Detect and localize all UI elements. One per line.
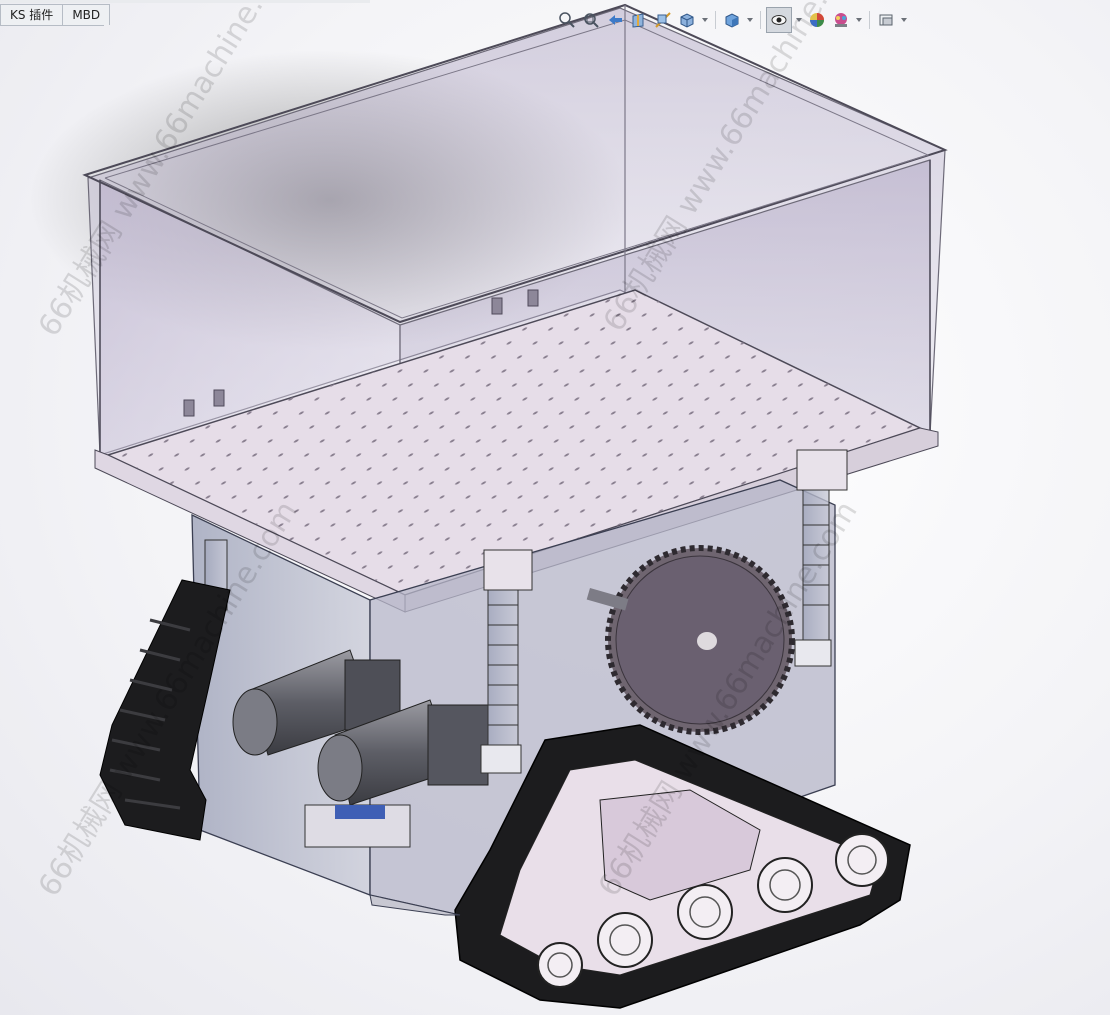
dynamic-annotation-icon[interactable] [652,9,674,31]
view-orientation-icon[interactable] [676,9,698,31]
drive-gear [605,545,795,735]
edit-appearance-icon[interactable] [806,9,828,31]
suspension-spring-rear [794,449,848,667]
tab-strip-top [0,0,370,3]
chevron-down-icon[interactable] [796,18,802,22]
chevron-down-icon[interactable] [702,18,708,22]
chevron-down-icon[interactable] [901,18,907,22]
battery-pack [304,804,411,848]
tab-mbd[interactable]: MBD [62,4,111,25]
command-manager-tabs: KS 插件 MBD [0,4,111,26]
chevron-down-icon[interactable] [747,18,753,22]
cad-model-scene[interactable] [0,0,1110,1015]
tab-underline [0,25,104,26]
toolbar-separator [760,11,761,29]
tab-ks-plugin[interactable]: KS 插件 [0,4,64,25]
zoom-to-area-icon[interactable] [580,9,602,31]
heads-up-view-toolbar [556,6,909,34]
toolbar-separator [869,11,870,29]
toolbar-separator [715,11,716,29]
chevron-down-icon[interactable] [856,18,862,22]
display-style-icon[interactable] [721,9,743,31]
hide-show-items-icon[interactable] [766,7,792,33]
zoom-to-fit-icon[interactable] [556,9,578,31]
apply-scene-icon[interactable] [830,9,852,31]
section-view-icon[interactable] [628,9,650,31]
view-settings-icon[interactable] [875,9,897,31]
previous-view-icon[interactable] [604,9,626,31]
